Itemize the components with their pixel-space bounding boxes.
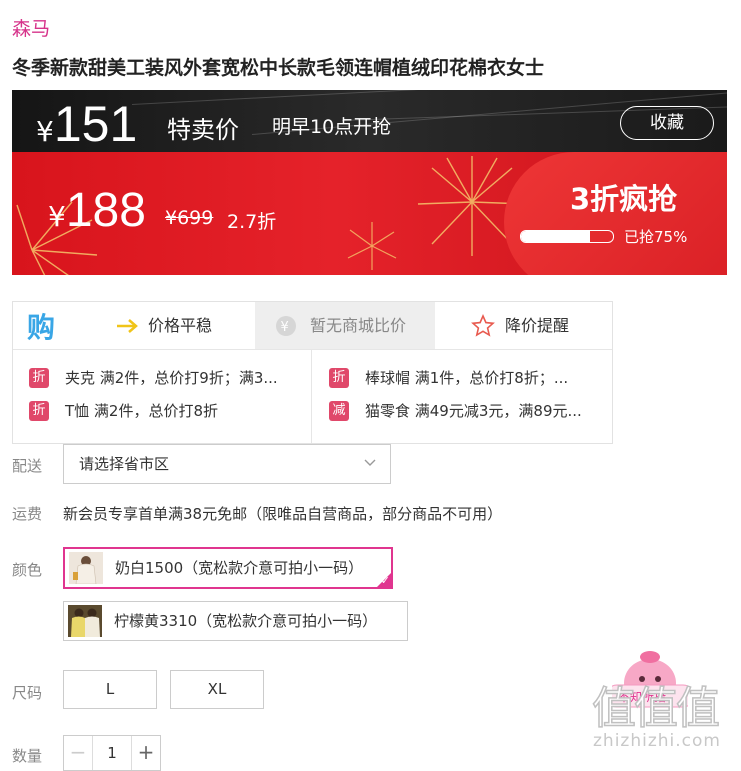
tab-label: 价格平稳 xyxy=(148,316,213,335)
sold-progress-fill xyxy=(521,231,590,242)
firework-decoration xyxy=(347,222,397,270)
promotion-text: T恤 满2件，总价打8折 xyxy=(65,402,219,420)
color-option-text: 奶白1500（宽松款介意可拍小一码） xyxy=(115,559,364,577)
price-info-panel: 购 价格平稳 ¥ 暂无商城比价 降价提醒 折 夹克 满2件，总价打9折；满3..… xyxy=(12,301,613,444)
chevron-down-icon xyxy=(364,459,376,466)
reduction-badge: 减 xyxy=(329,401,349,421)
flash-sale-price: ¥151 xyxy=(36,95,137,153)
tab-label: 降价提醒 xyxy=(505,316,570,335)
color-thumbnail xyxy=(69,552,103,584)
brand-name[interactable]: 森马 xyxy=(12,14,50,41)
currency-symbol: ¥ xyxy=(48,200,66,233)
delivery-label: 配送 xyxy=(12,457,43,475)
quantity-stepper: − 1 + xyxy=(63,735,161,771)
discount-badge: 折 xyxy=(29,368,49,388)
color-option-lemon-yellow[interactable]: 柠檬黄3310（宽松款介意可拍小一码） xyxy=(63,601,408,641)
sale-open-time: 明早10点开抢 xyxy=(272,116,392,138)
region-placeholder: 请选择省市区 xyxy=(79,455,170,473)
sale-price: ¥188 xyxy=(48,183,146,238)
tab-price-compare[interactable]: ¥ 暂无商城比价 xyxy=(255,302,435,349)
currency-symbol: ¥ xyxy=(36,115,54,148)
quantity-value[interactable]: 1 xyxy=(92,736,132,770)
size-option-l[interactable]: L xyxy=(63,670,157,709)
watermark-url: zhizhizhi.com xyxy=(593,731,721,751)
color-thumbnail xyxy=(68,605,102,637)
svg-text:¥: ¥ xyxy=(281,320,289,335)
size-option-xl[interactable]: XL xyxy=(170,670,264,709)
promotion-text: 夹克 满2件，总价打9折；满3... xyxy=(65,369,278,387)
discount-badge: 折 xyxy=(329,368,349,388)
yen-coin-icon: ¥ xyxy=(276,316,296,336)
quantity-label: 数量 xyxy=(12,747,43,765)
discount-badge: 折 xyxy=(29,401,49,421)
promotion-text: 棒球帽 满1件，总价打8折；... xyxy=(365,369,569,387)
sold-progress-text: 已抢75% xyxy=(624,228,688,246)
svg-text:购: 购 xyxy=(27,311,55,344)
color-label: 颜色 xyxy=(12,561,43,579)
quantity-plus-button[interactable]: + xyxy=(131,736,160,770)
checkmark-icon: ✓ xyxy=(380,574,390,587)
gou-shopping-icon: 购 xyxy=(27,311,55,344)
flash-sale-label: 特卖价 xyxy=(167,116,239,144)
price-banner: ¥151 特卖价 明早10点开抢 收藏 ¥188 ¥699 2.7折 3折疯抢 … xyxy=(12,90,727,275)
rush-label: 3折疯抢 xyxy=(570,182,678,216)
price-tabs: 购 价格平稳 ¥ 暂无商城比价 降价提醒 xyxy=(13,302,612,350)
decor-streak xyxy=(131,90,727,105)
promo-divider xyxy=(311,349,312,443)
color-option-milk-white[interactable]: 奶白1500（宽松款介意可拍小一码） ✓ xyxy=(63,547,393,589)
watermark-logo: 值值值 xyxy=(591,682,721,735)
tab-label: 暂无商城比价 xyxy=(310,316,407,335)
arrow-right-icon xyxy=(117,319,138,333)
region-select[interactable]: 请选择省市区 xyxy=(63,444,391,484)
original-price: ¥699 xyxy=(165,207,214,229)
favorite-button[interactable]: 收藏 xyxy=(620,106,714,140)
color-option-text: 柠檬黄3310（宽松款介意可拍小一码） xyxy=(114,612,378,630)
sale-price-value: 188 xyxy=(65,184,146,237)
shipping-label: 运费 xyxy=(12,505,43,523)
size-label: 尺码 xyxy=(12,684,43,702)
quantity-minus-button[interactable]: − xyxy=(64,736,93,770)
flash-price-value: 151 xyxy=(53,96,138,152)
shipping-note: 新会员专享首单满38元免邮（限唯品自营商品，部分商品不可用） xyxy=(63,505,503,523)
tab-price-stable[interactable]: 价格平稳 xyxy=(75,302,255,349)
star-outline-icon xyxy=(471,314,495,337)
discount-rate: 2.7折 xyxy=(227,211,277,233)
product-title: 冬季新款甜美工装风外套宽松中长款毛领连帽植绒印花棉衣女士 xyxy=(12,57,545,79)
sold-progress-bar xyxy=(520,230,614,243)
promotion-text: 猫零食 满49元减3元，满89元... xyxy=(365,402,582,420)
tab-price-alert[interactable]: 降价提醒 xyxy=(435,302,612,349)
